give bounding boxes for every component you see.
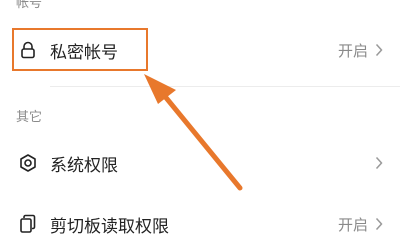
chevron-right-icon xyxy=(374,156,384,170)
chevron-right-icon xyxy=(374,217,384,231)
clipboard-permissions-row[interactable]: 剪切板读取权限 开启 xyxy=(0,202,400,246)
section-header-account: 帐号 xyxy=(16,0,43,11)
system-permissions-row[interactable]: 系统权限 xyxy=(0,141,400,185)
clipboard-permissions-label: 剪切板读取权限 xyxy=(50,216,169,237)
system-permissions-label: 系统权限 xyxy=(50,155,118,176)
clipboard-copy-icon xyxy=(17,213,39,235)
section-header-other: 其它 xyxy=(16,110,43,125)
private-account-status: 开启 xyxy=(337,41,368,60)
settings-gear-icon xyxy=(17,152,39,174)
annotation-highlight-box xyxy=(12,28,148,71)
clipboard-permissions-status: 开启 xyxy=(337,215,368,234)
divider xyxy=(50,86,400,87)
chevron-right-icon xyxy=(374,43,384,57)
